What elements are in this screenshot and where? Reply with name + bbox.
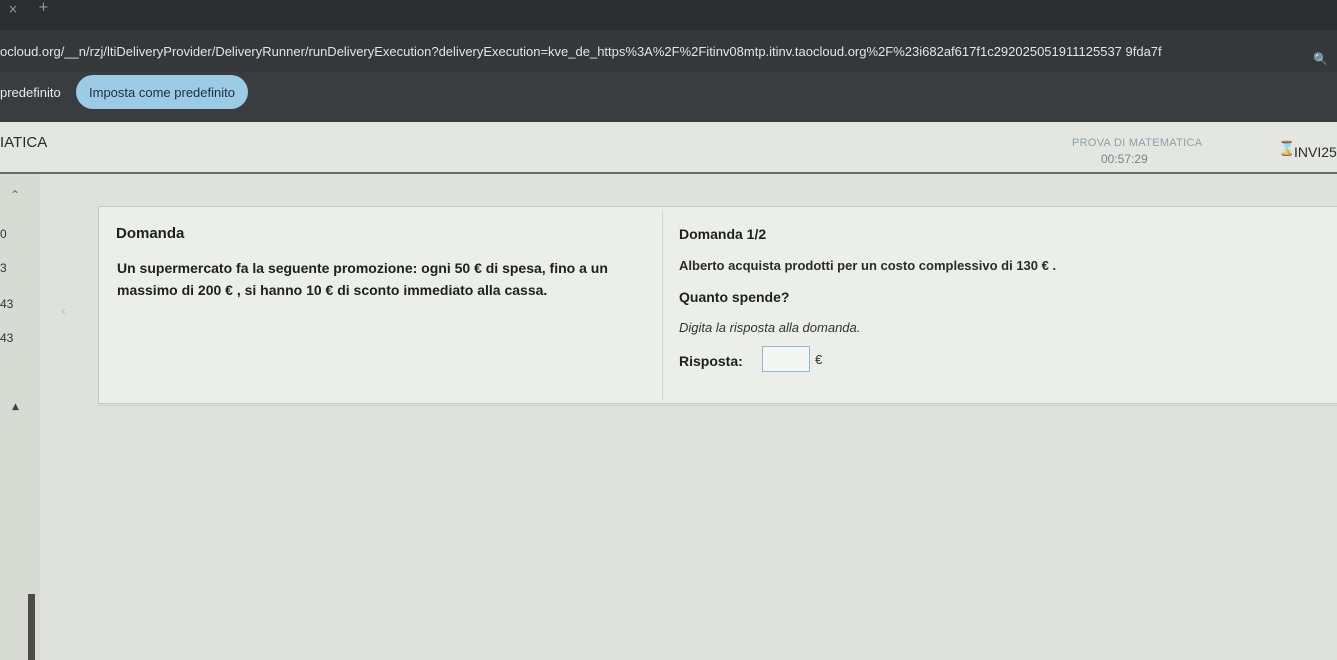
answer-label: Risposta: [679, 353, 743, 369]
collapse-arrow-icon[interactable]: ‹ [61, 304, 66, 318]
panel-bottom-border [98, 405, 1337, 406]
scrollbar-handle[interactable] [28, 594, 35, 660]
test-name: PROVA DI MATEMATICA [1072, 137, 1203, 149]
address-bar[interactable]: ocloud.org/__n/rzj/ltiDeliveryProvider/D… [0, 30, 1337, 72]
page-title: IATICA [0, 134, 48, 151]
question-navigator [0, 174, 40, 660]
nav-item[interactable]: 43 [0, 297, 13, 311]
close-tab-icon[interactable]: × [8, 2, 18, 16]
nav-item[interactable]: 43 [0, 331, 13, 345]
browser-tab-strip: × + [0, 0, 1337, 30]
search-icon[interactable]: 🔍 [1313, 52, 1328, 66]
nav-item[interactable]: 0 [0, 227, 7, 241]
stimulus-title: Domanda [116, 225, 185, 242]
question-prompt: Quanto spende? [679, 289, 790, 305]
question-text: Alberto acquista prodotti per un costo c… [679, 258, 1057, 273]
stimulus-text: Un supermercato fa la seguente promozion… [117, 260, 608, 298]
test-header: IATICA PROVA DI MATEMATICA 00:57:29 ⌛ IN… [0, 122, 1337, 174]
chevron-up-icon[interactable]: ⌃ [10, 188, 20, 202]
answer-hint: Digita la risposta alla domanda. [679, 320, 861, 335]
answer-input[interactable] [762, 346, 810, 372]
panel-divider [662, 210, 663, 400]
url-text[interactable]: ocloud.org/__n/rzj/ltiDeliveryProvider/D… [0, 44, 1300, 59]
infobar-text: predefinito [0, 85, 61, 100]
answer-unit: € [815, 352, 823, 367]
send-button[interactable]: INVI25 [1294, 144, 1337, 160]
timer: 00:57:29 [1101, 152, 1148, 166]
hourglass-icon[interactable]: ⌛ [1278, 141, 1295, 157]
triangle-up-icon[interactable]: ▲ [12, 402, 19, 412]
default-browser-infobar: predefinito Imposta come predefinito [0, 72, 1337, 122]
set-default-button[interactable]: Imposta come predefinito [76, 75, 248, 109]
nav-item[interactable]: 3 [0, 261, 7, 275]
new-tab-icon[interactable]: + [38, 0, 49, 15]
question-title: Domanda 1/2 [679, 226, 767, 242]
